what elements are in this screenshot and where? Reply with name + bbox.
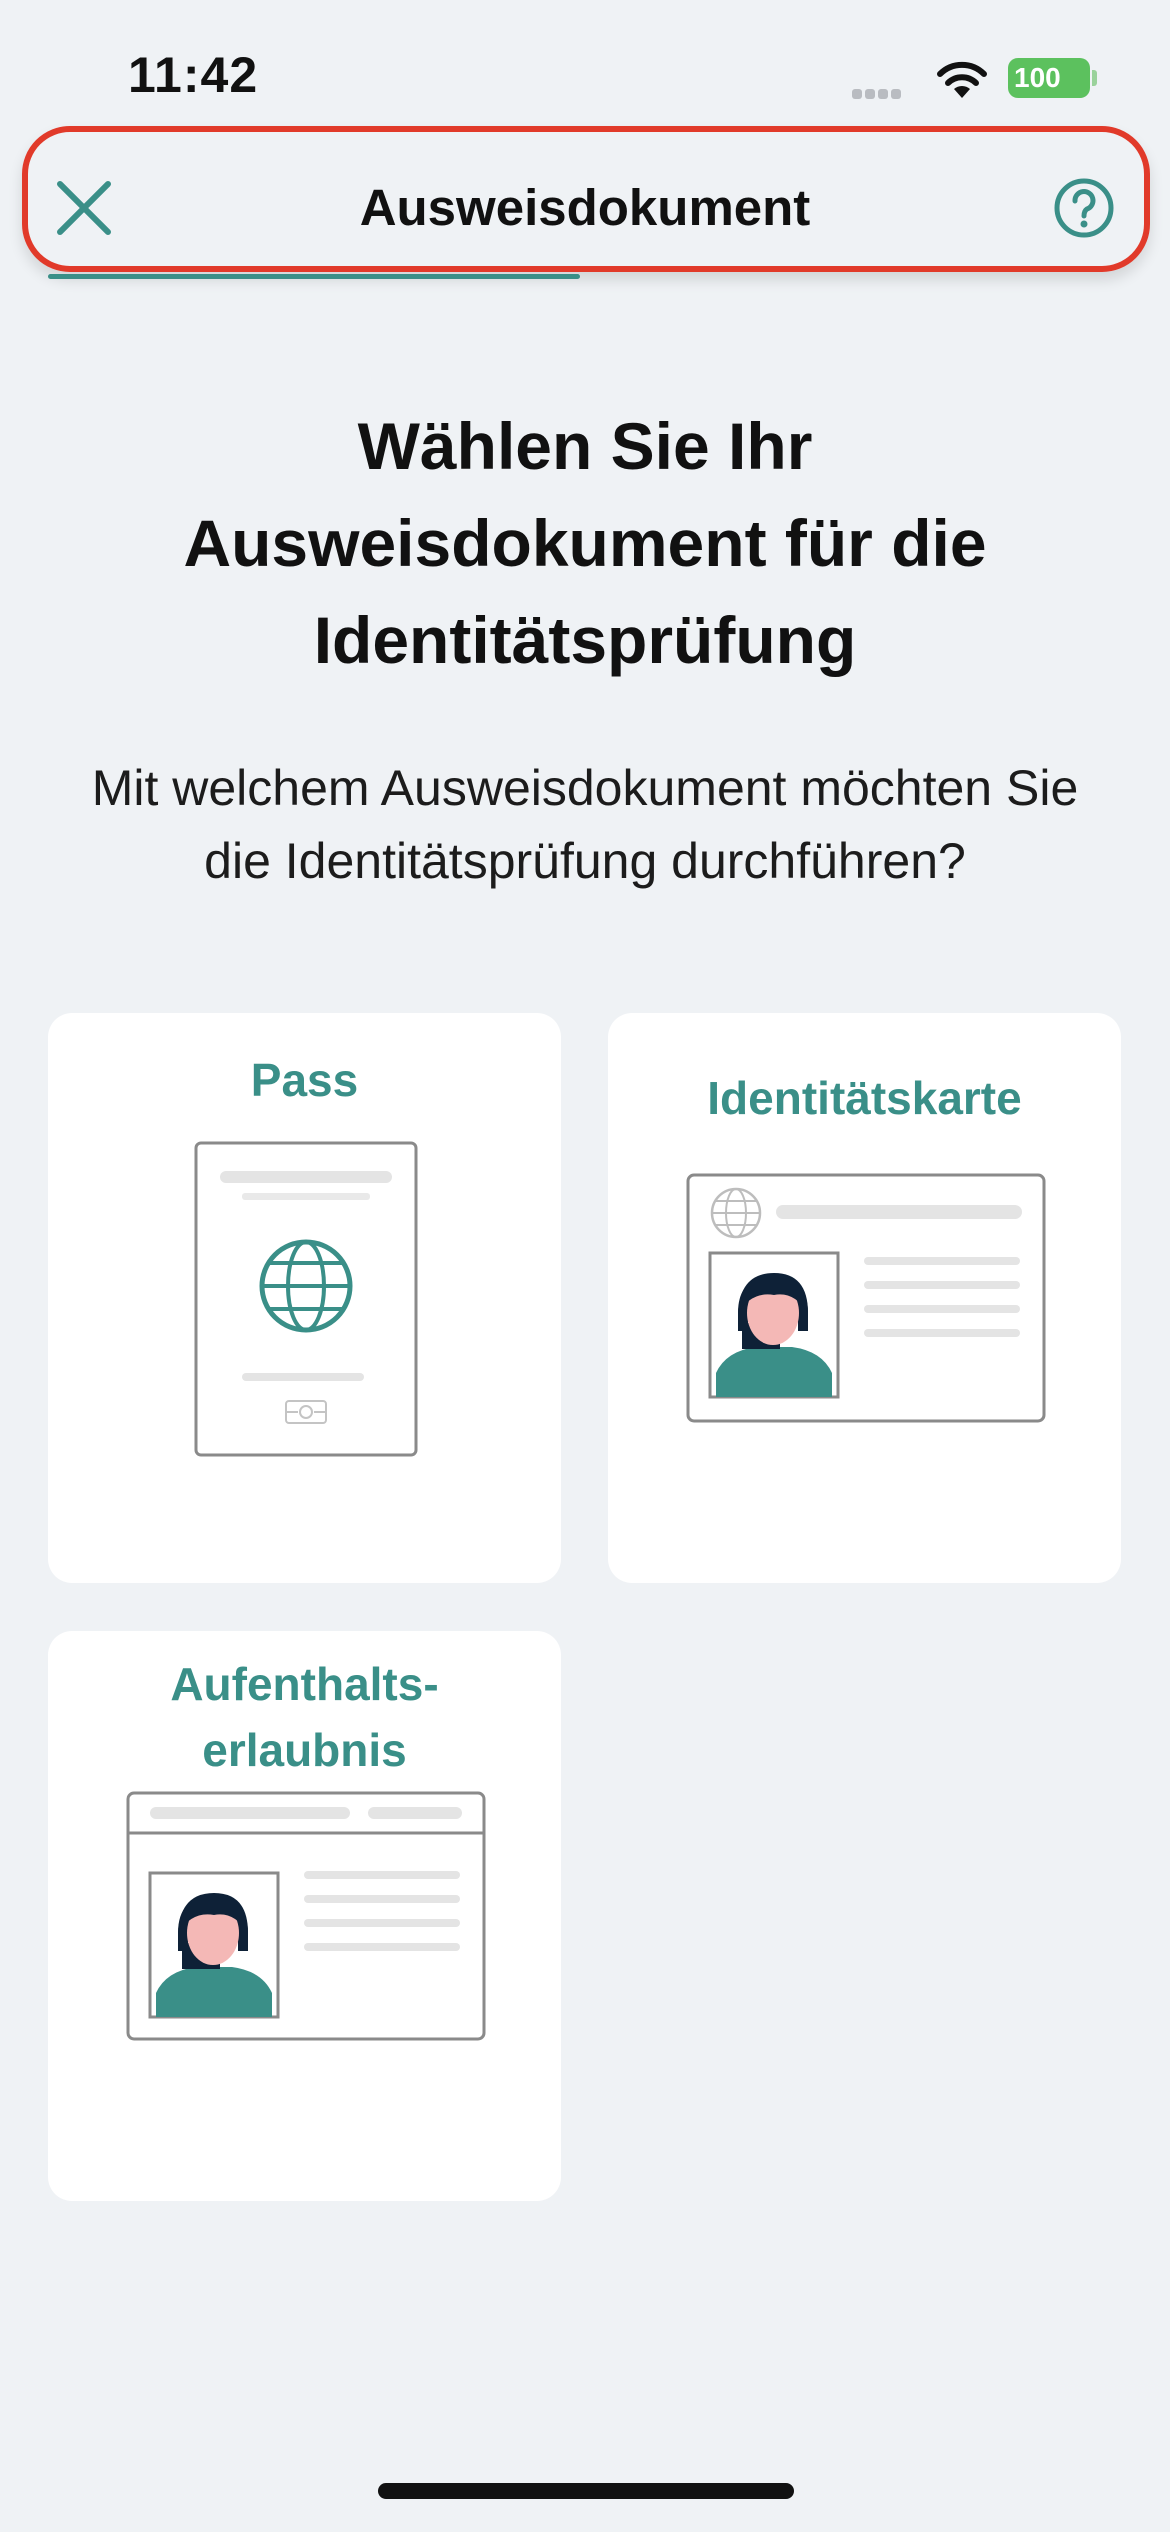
option-card-residence-permit[interactable]: Aufenthalts- erlaubnis <box>48 1631 561 2201</box>
battery-icon: 100 <box>1008 58 1090 98</box>
option-label: Pass <box>250 1054 359 1106</box>
option-label: Identitätskarte <box>707 1072 1022 1124</box>
option-label: Aufenthalts- erlaubnis <box>170 1658 439 1776</box>
home-indicator[interactable] <box>378 2483 794 2499</box>
subheadline: Mit welchem Ausweisdokument möchten Sie … <box>91 760 1079 889</box>
option-card-pass[interactable]: Pass <box>48 1013 561 1583</box>
cellular-signal-icon <box>852 86 904 104</box>
battery-level: 100 <box>1014 62 1061 93</box>
id-card-icon <box>686 1173 1046 1423</box>
battery-tip <box>1092 70 1097 86</box>
residence-permit-icon <box>126 1791 486 2041</box>
progress-indicator <box>48 274 580 279</box>
status-time: 11:42 <box>128 47 259 103</box>
page-title: Ausweisdokument <box>359 179 811 236</box>
passport-icon <box>194 1141 418 1457</box>
option-card-identity-card[interactable]: Identitätskarte <box>608 1013 1121 1583</box>
headline: Wählen Sie Ihr Ausweisdokument für die I… <box>183 409 987 677</box>
help-icon[interactable] <box>1052 176 1116 240</box>
wifi-icon <box>937 61 987 98</box>
status-bar: 11:42 100 <box>0 0 1170 140</box>
